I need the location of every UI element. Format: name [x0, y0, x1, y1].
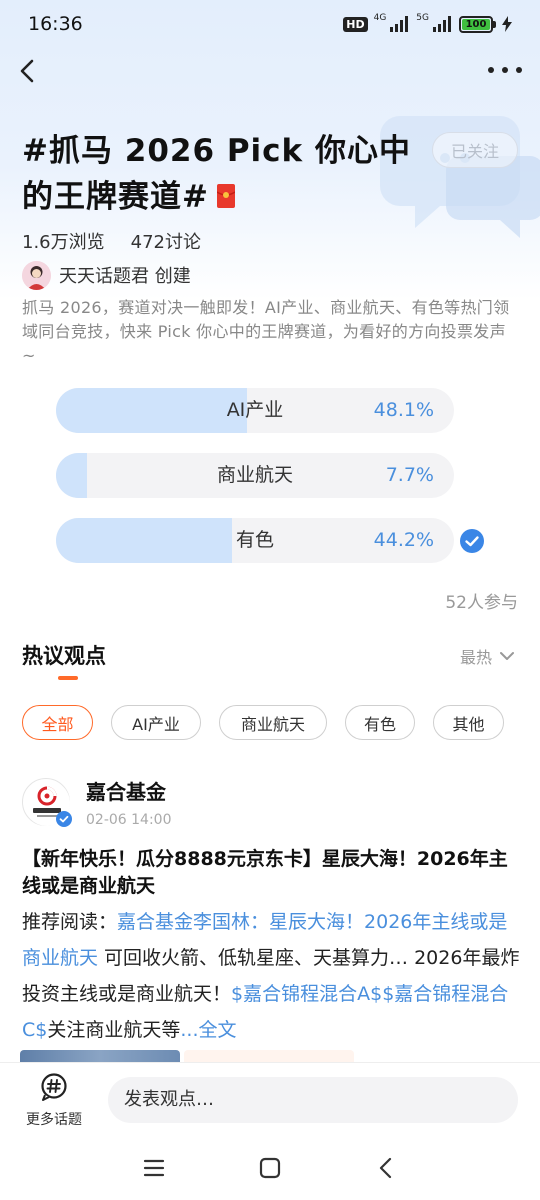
- views-count: 1.6万浏览: [22, 232, 105, 253]
- filter-chip-nonferrous[interactable]: 有色: [345, 705, 415, 740]
- chevron-down-icon: [500, 652, 514, 660]
- comment-input[interactable]: 发表观点…: [108, 1077, 518, 1123]
- poll-option-nonferrous[interactable]: 有色 44.2%: [56, 518, 454, 563]
- creator-row[interactable]: 天天话题君 创建: [22, 260, 191, 290]
- battery-level: 100: [462, 18, 490, 30]
- post-stock-link-a[interactable]: $嘉合锦程混合A$: [231, 983, 382, 1005]
- post-read-more-link[interactable]: ...全文: [180, 1019, 236, 1041]
- poll: AI产业 48.1% 商业航天 7.7% 有色 44.2%: [56, 388, 516, 583]
- more-options-button[interactable]: [488, 58, 522, 82]
- network-4g-label: 4G: [373, 13, 387, 23]
- filter-chip-ai[interactable]: AI产业: [111, 705, 201, 740]
- verified-badge-icon: [56, 811, 72, 827]
- poll-option-aerospace[interactable]: 商业航天 7.7%: [56, 453, 454, 498]
- home-icon[interactable]: [258, 1156, 282, 1180]
- menu-icon[interactable]: [142, 1156, 166, 1180]
- post-body-prefix: 推荐阅读：: [22, 911, 118, 933]
- back-button[interactable]: [14, 56, 42, 86]
- section-title: 热议观点: [22, 644, 106, 668]
- section-underline: [58, 676, 78, 680]
- battery-icon: 100: [459, 15, 496, 33]
- post-author-name[interactable]: 嘉合基金: [86, 776, 166, 805]
- topic-title: #抓马 2026 Pick 你心中的王牌赛道#: [22, 128, 422, 220]
- filter-chips: 全部 AI产业 商业航天 有色 其他: [22, 705, 504, 741]
- discussions-count: 472讨论: [130, 232, 201, 253]
- signal-icon: [390, 16, 409, 32]
- poll-option-percent: 7.7%: [385, 464, 434, 486]
- creator-name: 天天话题君 创建: [59, 266, 191, 287]
- filter-chip-other[interactable]: 其他: [433, 705, 504, 740]
- topic-stats: 1.6万浏览 472讨论: [22, 228, 201, 254]
- sort-label: 最热: [459, 648, 492, 667]
- selected-check-icon: [460, 529, 484, 553]
- sort-dropdown[interactable]: 最热: [460, 644, 514, 668]
- participants-count: 52人参与: [445, 593, 518, 613]
- hd-badge: HD: [343, 16, 368, 32]
- poll-option-ai[interactable]: AI产业 48.1%: [56, 388, 454, 433]
- poll-option-percent: 44.2%: [373, 529, 434, 551]
- nav-bar: [0, 48, 540, 94]
- creator-avatar[interactable]: [22, 260, 51, 290]
- post-author-avatar[interactable]: [22, 778, 72, 827]
- poll-option-percent: 48.1%: [373, 399, 434, 421]
- post-body-text-2: 关注商业航天等: [47, 1019, 181, 1041]
- more-topics-label: 更多话题: [26, 1112, 82, 1128]
- back-nav-icon[interactable]: [374, 1156, 398, 1180]
- signal-icon-2: [433, 16, 451, 32]
- post-body: 推荐阅读：嘉合基金李国林：星辰大海！2026年主线或是商业航天 可回收火箭、低轨…: [22, 904, 522, 1048]
- status-bar: 16:36 HD 4G 5G 100: [0, 0, 540, 48]
- charging-icon: [502, 16, 512, 32]
- filter-chip-aerospace[interactable]: 商业航天: [219, 705, 327, 740]
- system-navigation-bar: [0, 1140, 540, 1200]
- bottom-bar: 更多话题 发表观点…: [0, 1062, 540, 1140]
- network-5g-label: 5G: [416, 13, 429, 23]
- post-heading: 【新年快乐！瓜分8888元京东卡】星辰大海！2026年主线或是商业航天: [22, 848, 508, 897]
- follow-button[interactable]: 已关注: [432, 132, 518, 168]
- red-envelope-icon[interactable]: [216, 183, 235, 208]
- filter-chip-all[interactable]: 全部: [22, 705, 93, 740]
- post-time: 02-06 14:00: [86, 812, 172, 828]
- hashtag-bubble-icon: [41, 1073, 67, 1101]
- more-topics-button[interactable]: 更多话题: [18, 1073, 90, 1129]
- topic-description: 抓马 2026，赛道对决一触即发！AI产业、商业航天、有色等热门领域同台竞技，快…: [22, 298, 510, 365]
- status-time: 16:36: [28, 13, 83, 35]
- status-icons: HD 4G 5G 100: [343, 13, 512, 33]
